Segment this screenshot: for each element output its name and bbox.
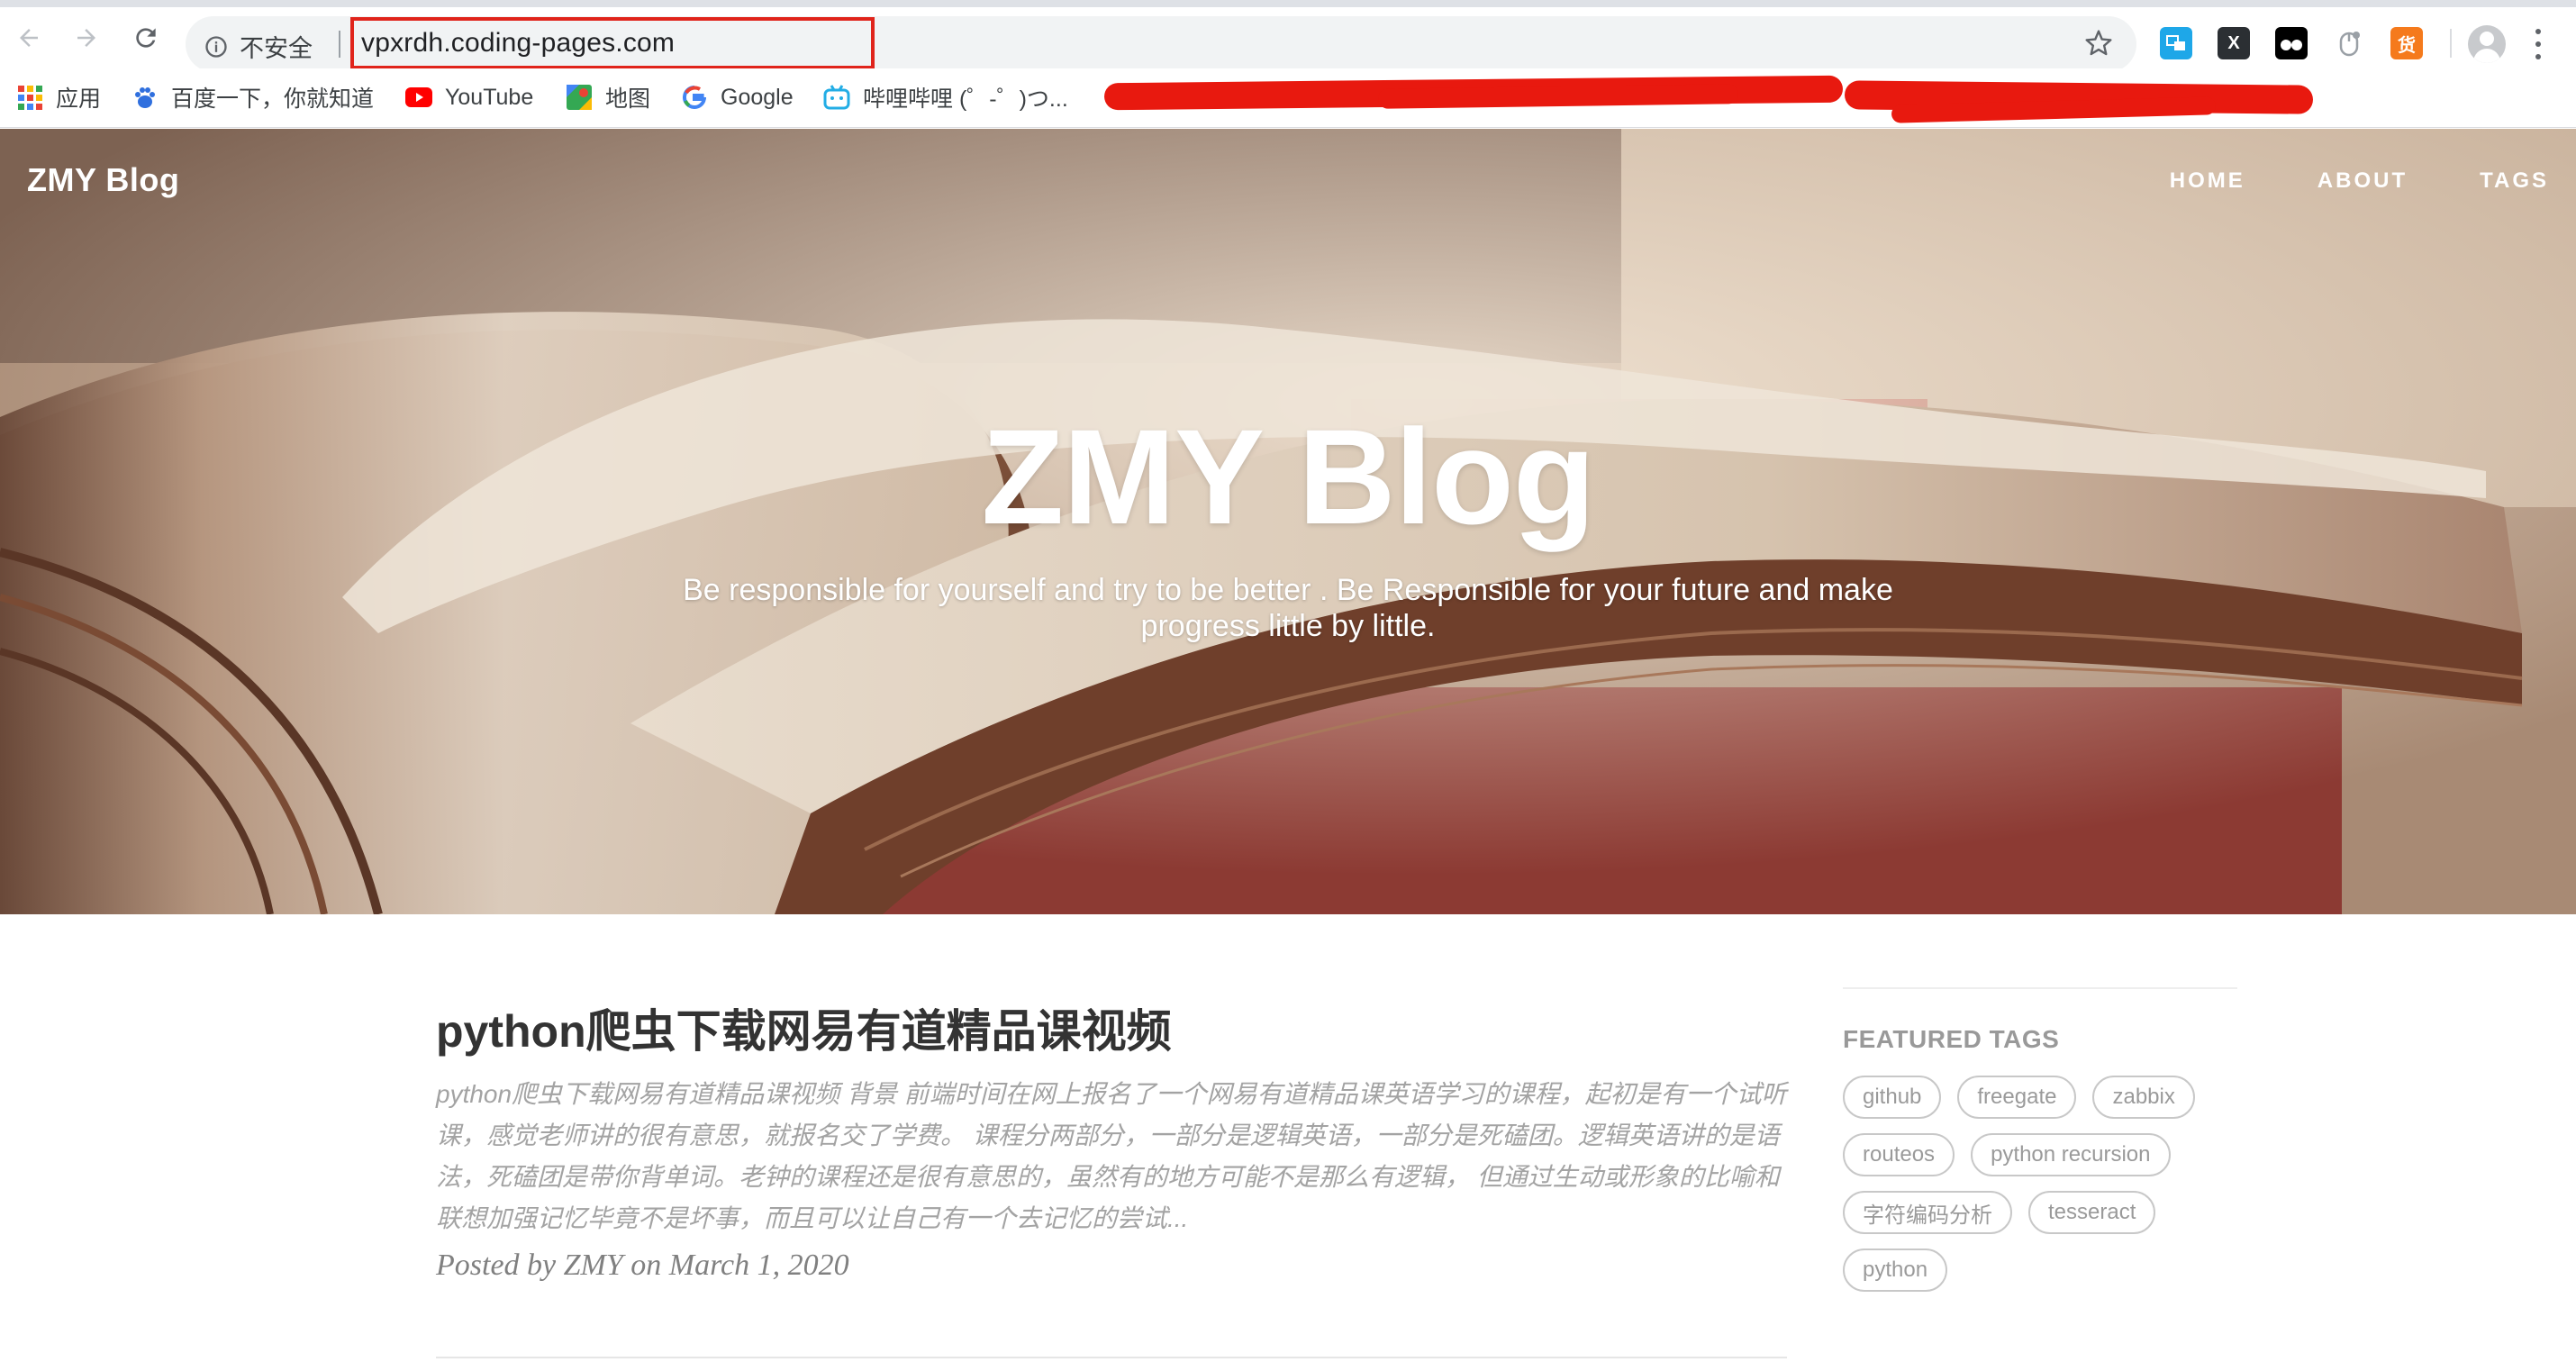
tag-cloud: github freegate zabbix routeos python re… bbox=[1843, 1076, 2237, 1292]
browser-menu-icon[interactable] bbox=[2533, 29, 2544, 59]
nav-tags-link[interactable]: TAGS bbox=[2480, 168, 2549, 194]
tampermonkey-icon[interactable] bbox=[2275, 27, 2308, 59]
tag-zabbix[interactable]: zabbix bbox=[2092, 1076, 2195, 1119]
profile-avatar-icon[interactable] bbox=[2468, 25, 2506, 63]
reload-button[interactable] bbox=[128, 20, 164, 56]
baidu-paw-icon bbox=[132, 84, 159, 111]
security-label: 不安全 bbox=[240, 35, 313, 62]
tag-tesseract[interactable]: tesseract bbox=[2028, 1191, 2156, 1234]
bookmark-label: 百度一下，你就知道 bbox=[171, 86, 375, 112]
post-divider bbox=[436, 1357, 1787, 1358]
site-brand-link[interactable]: ZMY Blog bbox=[27, 161, 179, 199]
browser-toolbar: 不安全 vpxrdh.coding-pages.com X 货 bbox=[0, 7, 2576, 72]
site-nav: HOME ABOUT TAGS bbox=[2170, 168, 2549, 194]
translate-extension-icon[interactable] bbox=[2160, 27, 2192, 59]
maps-icon bbox=[566, 84, 593, 111]
nav-home-link[interactable]: HOME bbox=[2170, 168, 2245, 194]
tag-python[interactable]: python bbox=[1843, 1248, 1948, 1292]
post-preview: python爬虫下载网易有道精品课视频 python爬虫下载网易有道精品课视频 … bbox=[436, 1000, 1787, 1283]
post-excerpt[interactable]: python爬虫下载网易有道精品课视频 背景 前端时间在网上报名了一个网易有道精… bbox=[436, 1074, 1787, 1239]
bookmark-label: 应用 bbox=[56, 86, 102, 112]
tag-github[interactable]: github bbox=[1843, 1076, 1942, 1119]
tag-freegate[interactable]: freegate bbox=[1957, 1076, 2077, 1119]
bookmark-bilibili[interactable]: 哔哩哔哩 (゜-゜)つ... bbox=[823, 77, 1068, 117]
tab-strip bbox=[0, 0, 2576, 7]
hero-subtitle: Be responsible for yourself and try to b… bbox=[683, 573, 1893, 643]
redaction-mark bbox=[1377, 84, 1739, 109]
reload-icon bbox=[136, 28, 156, 48]
address-divider bbox=[339, 31, 340, 58]
x-extension-icon[interactable]: X bbox=[2218, 27, 2250, 59]
nav-about-link[interactable]: ABOUT bbox=[2317, 168, 2408, 194]
bookmark-label: 哔哩哔哩 (゜-゜)つ... bbox=[863, 86, 1068, 112]
bookmark-label: Google bbox=[721, 84, 794, 110]
post-meta: Posted by ZMY on March 1, 2020 bbox=[436, 1248, 849, 1282]
back-arrow-icon bbox=[20, 29, 38, 47]
bookmark-maps[interactable]: 地图 bbox=[566, 77, 650, 117]
forward-arrow-icon bbox=[77, 29, 95, 47]
bookmark-label: YouTube bbox=[445, 84, 534, 110]
bookmark-label: 地图 bbox=[605, 86, 651, 112]
post-title-link[interactable]: python爬虫下载网易有道精品课视频 bbox=[436, 1000, 1787, 1063]
sidebar-divider bbox=[1843, 987, 2237, 989]
bilibili-icon bbox=[823, 84, 850, 111]
tag-python-recursion[interactable]: python recursion bbox=[1971, 1133, 2171, 1176]
hero-banner: ZMY Blog HOME ABOUT TAGS ZMY Blog Be res… bbox=[0, 129, 2576, 914]
hero-title: ZMY Blog bbox=[981, 401, 1596, 552]
mouse-extension-icon[interactable] bbox=[2333, 27, 2365, 59]
youtube-icon bbox=[405, 84, 432, 111]
google-icon bbox=[681, 84, 708, 111]
address-bar[interactable]: 不安全 vpxrdh.coding-pages.com bbox=[186, 16, 2136, 72]
bookmark-star-button[interactable] bbox=[2084, 29, 2113, 62]
bookmark-baidu[interactable]: 百度一下，你就知道 bbox=[132, 77, 374, 117]
bookmark-apps[interactable]: 应用 bbox=[16, 77, 101, 117]
star-icon bbox=[2085, 30, 2112, 56]
tag-char-encoding[interactable]: 字符编码分析 bbox=[1843, 1191, 2012, 1234]
bookmark-youtube[interactable]: YouTube bbox=[405, 77, 533, 117]
bookmark-google[interactable]: Google bbox=[681, 77, 794, 117]
back-button[interactable] bbox=[11, 20, 47, 56]
site-info-button[interactable]: 不安全 bbox=[204, 29, 313, 64]
forward-button[interactable] bbox=[68, 20, 104, 56]
url-highlight[interactable]: vpxrdh.coding-pages.com bbox=[350, 17, 875, 69]
info-icon bbox=[205, 35, 227, 58]
featured-tags-heading: FEATURED TAGS bbox=[1843, 1025, 2060, 1053]
huo-extension-icon[interactable]: 货 bbox=[2390, 27, 2423, 59]
tag-routeos[interactable]: routeos bbox=[1843, 1133, 1955, 1176]
sidebar: FEATURED TAGS github freegate zabbix rou… bbox=[1843, 987, 2237, 1292]
bookmarks-bar: 应用 百度一下，你就知道 YouTube 地图 Google 哔哩哔哩 (゜-゜… bbox=[0, 68, 2576, 128]
apps-grid-icon bbox=[16, 84, 43, 111]
toolbar-divider bbox=[2450, 29, 2452, 58]
url-text[interactable]: vpxrdh.coding-pages.com bbox=[361, 28, 675, 59]
